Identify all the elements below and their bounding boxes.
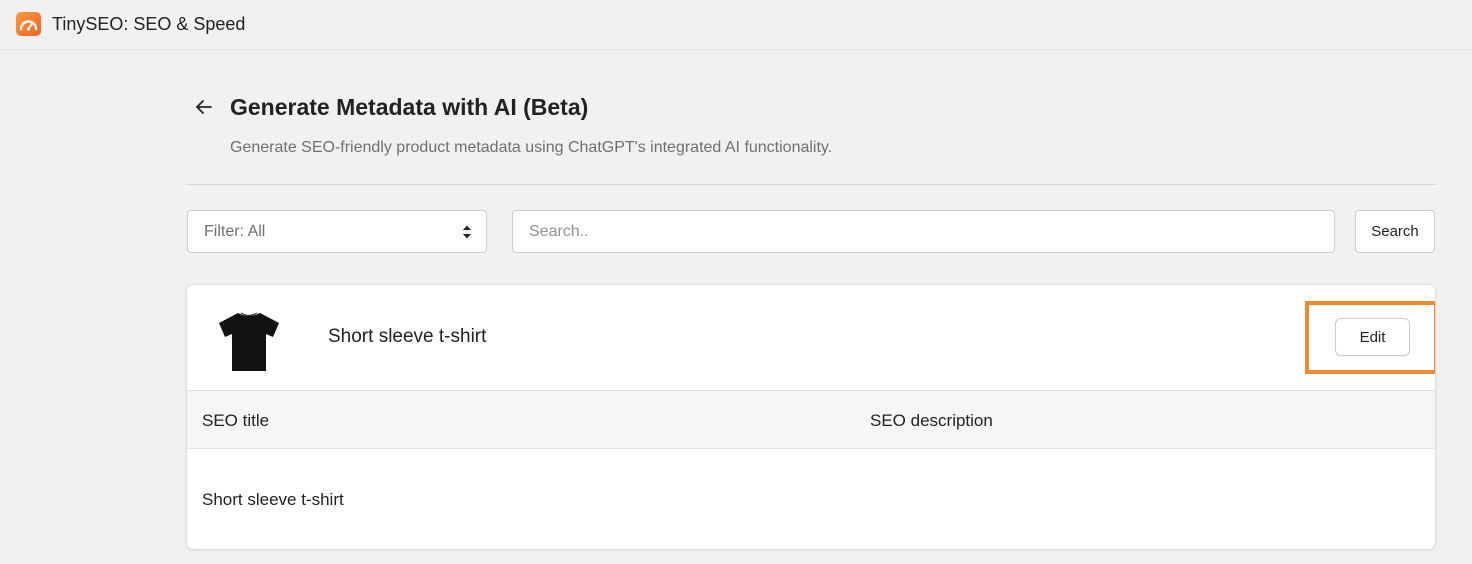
header-divider [186, 184, 1436, 185]
product-image [213, 303, 285, 375]
filter-select[interactable]: Filter: All [187, 210, 487, 253]
select-caret-icon [462, 224, 472, 245]
edit-button[interactable]: Edit [1335, 318, 1410, 356]
seo-title-cell: Short sleeve t-shirt [202, 490, 344, 509]
product-card: Short sleeve t-shirt Edit SEO title SEO … [187, 285, 1435, 549]
page-title: Generate Metadata with AI (Beta) [230, 94, 589, 120]
filter-select-label: Filter: All [204, 223, 266, 240]
table-header-row: SEO title SEO description [187, 390, 1435, 449]
arrow-left-icon[interactable] [193, 96, 215, 118]
app-title: TinySEO: SEO & Speed [52, 14, 246, 34]
page-subtitle: Generate SEO-friendly product metadata u… [230, 139, 833, 156]
search-input[interactable] [512, 210, 1335, 253]
app-header: TinySEO: SEO & Speed [0, 0, 1472, 50]
product-name: Short sleeve t-shirt [328, 326, 487, 347]
search-button[interactable]: Search [1355, 210, 1435, 253]
column-header-seo-title: SEO title [202, 411, 270, 430]
column-header-seo-description: SEO description [870, 411, 993, 430]
speedometer-icon [16, 12, 41, 36]
